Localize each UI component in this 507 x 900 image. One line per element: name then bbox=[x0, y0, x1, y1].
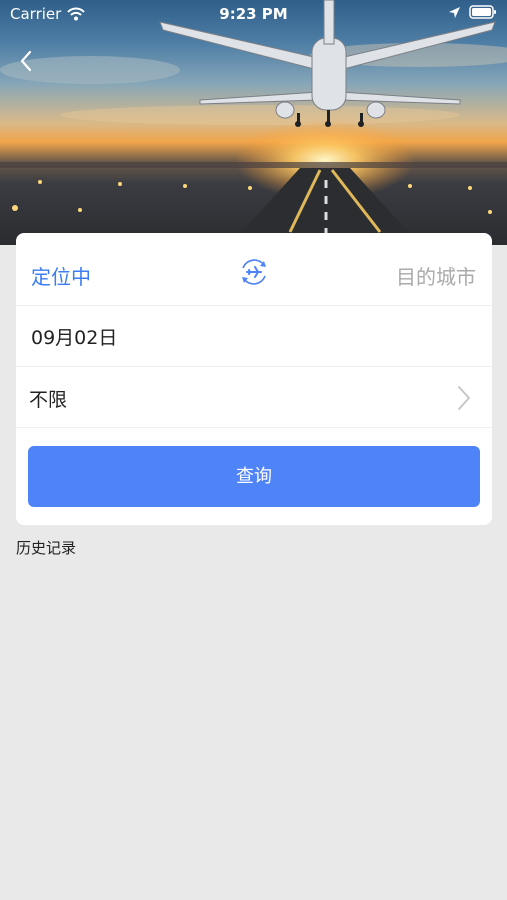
flight-search-card: 定位中 目的城市 09月02日 不限 查询 bbox=[16, 233, 492, 525]
battery-icon bbox=[469, 5, 496, 19]
departure-city[interactable]: 定位中 bbox=[31, 261, 91, 290]
back-button[interactable] bbox=[12, 46, 42, 76]
status-time: 9:23 PM bbox=[219, 5, 288, 23]
hero-image bbox=[0, 0, 507, 245]
search-button[interactable]: 查询 bbox=[28, 446, 480, 507]
status-right bbox=[448, 5, 497, 19]
date-row[interactable]: 09月02日 bbox=[16, 306, 492, 367]
airplane-swap-icon bbox=[242, 259, 266, 285]
chevron-left-icon bbox=[20, 50, 32, 72]
route-row: 定位中 目的城市 bbox=[16, 233, 492, 306]
swap-cities-button[interactable] bbox=[238, 256, 270, 288]
seat-class-value: 不限 bbox=[29, 389, 68, 411]
seat-class-row[interactable]: 不限 bbox=[16, 367, 492, 428]
chevron-right-icon bbox=[458, 386, 470, 410]
location-arrow-icon bbox=[449, 6, 460, 18]
status-bar: Carrier 9:23 PM bbox=[0, 0, 507, 30]
history-title: 历史记录 bbox=[16, 539, 77, 557]
destination-city[interactable]: 目的城市 bbox=[396, 261, 476, 290]
departure-date: 09月02日 bbox=[31, 327, 118, 349]
